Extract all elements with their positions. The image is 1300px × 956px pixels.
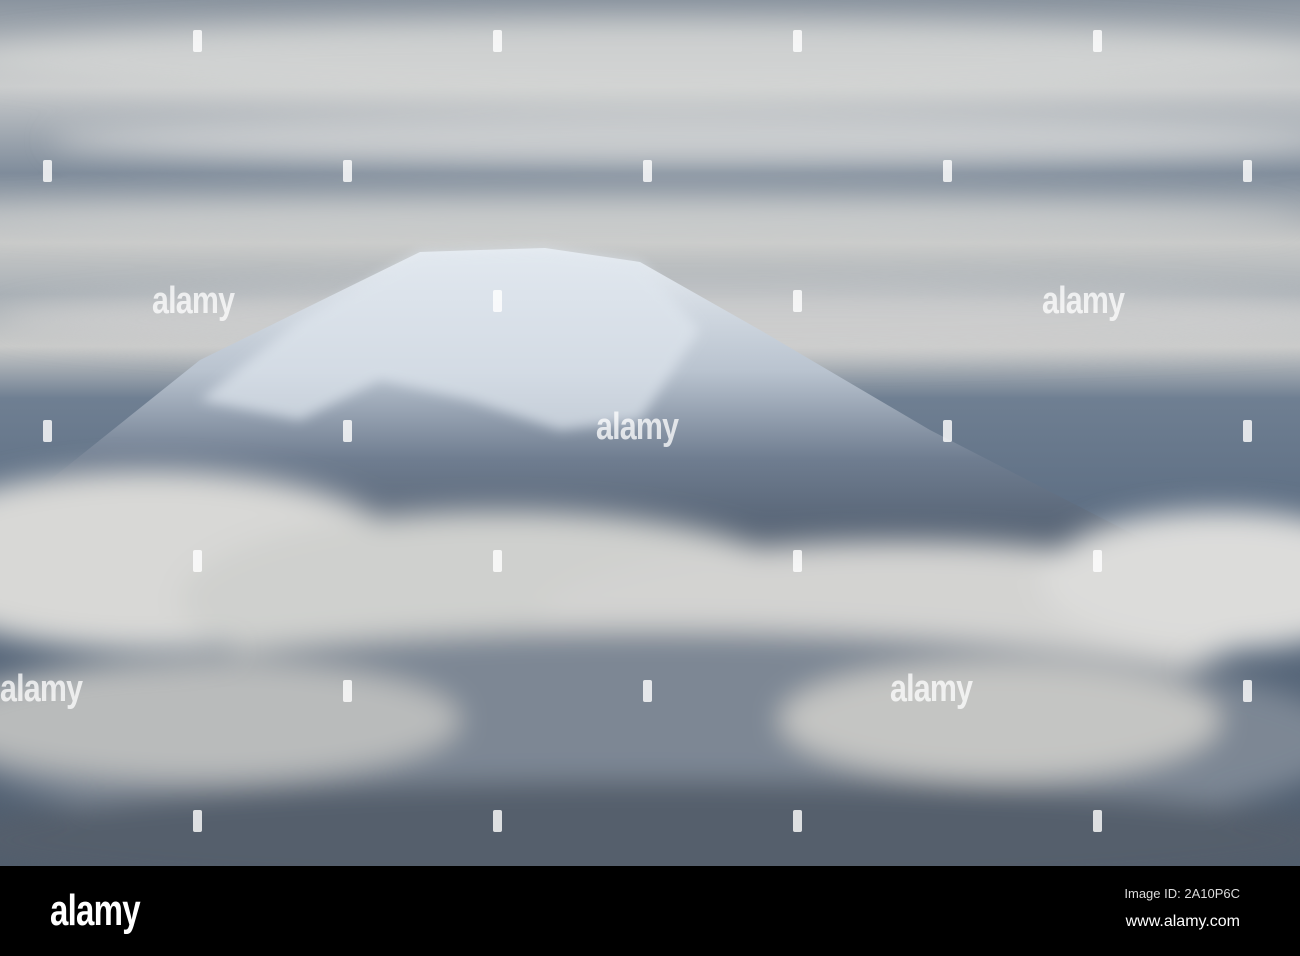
mount-fuji-photo: alamy alamy alamy alamy alamy	[0, 0, 1300, 866]
watermark-mark	[493, 290, 502, 312]
watermark-mark	[343, 160, 352, 182]
watermark-mark	[493, 810, 502, 832]
watermark-mark	[343, 420, 352, 442]
watermark-mark	[193, 810, 202, 832]
watermark-mark	[943, 420, 952, 442]
watermark-mark	[43, 420, 52, 442]
watermark-mark	[493, 550, 502, 572]
image-id: Image ID: 2A10P6C	[1124, 886, 1240, 901]
watermark: alamy	[1042, 280, 1125, 322]
watermark-mark	[793, 550, 802, 572]
site-url: www.alamy.com	[1125, 913, 1240, 930]
watermark: alamy	[152, 280, 235, 322]
watermark-mark	[1093, 550, 1102, 572]
watermark-mark	[793, 810, 802, 832]
watermark-mark	[1093, 30, 1102, 52]
alamy-logo: alamy	[50, 886, 141, 935]
watermark-mark	[1093, 810, 1102, 832]
watermark-mark	[43, 160, 52, 182]
watermark-mark	[493, 30, 502, 52]
watermark-mark	[193, 30, 202, 52]
watermark-mark	[1243, 680, 1252, 702]
watermark-mark	[193, 550, 202, 572]
watermark-mark	[1243, 160, 1252, 182]
footer-bar: alamy Image ID: 2A10P6C www.alamy.com	[0, 866, 1300, 956]
watermark-mark	[793, 290, 802, 312]
watermark: alamy	[0, 668, 83, 710]
watermark-mark	[643, 680, 652, 702]
watermark-mark	[793, 30, 802, 52]
watermark: alamy	[890, 668, 973, 710]
watermark-mark	[343, 680, 352, 702]
watermark: alamy	[596, 406, 679, 448]
watermark-mark	[643, 160, 652, 182]
watermark-mark	[943, 160, 952, 182]
cloud-sea	[0, 470, 1300, 866]
watermark-mark	[1243, 420, 1252, 442]
